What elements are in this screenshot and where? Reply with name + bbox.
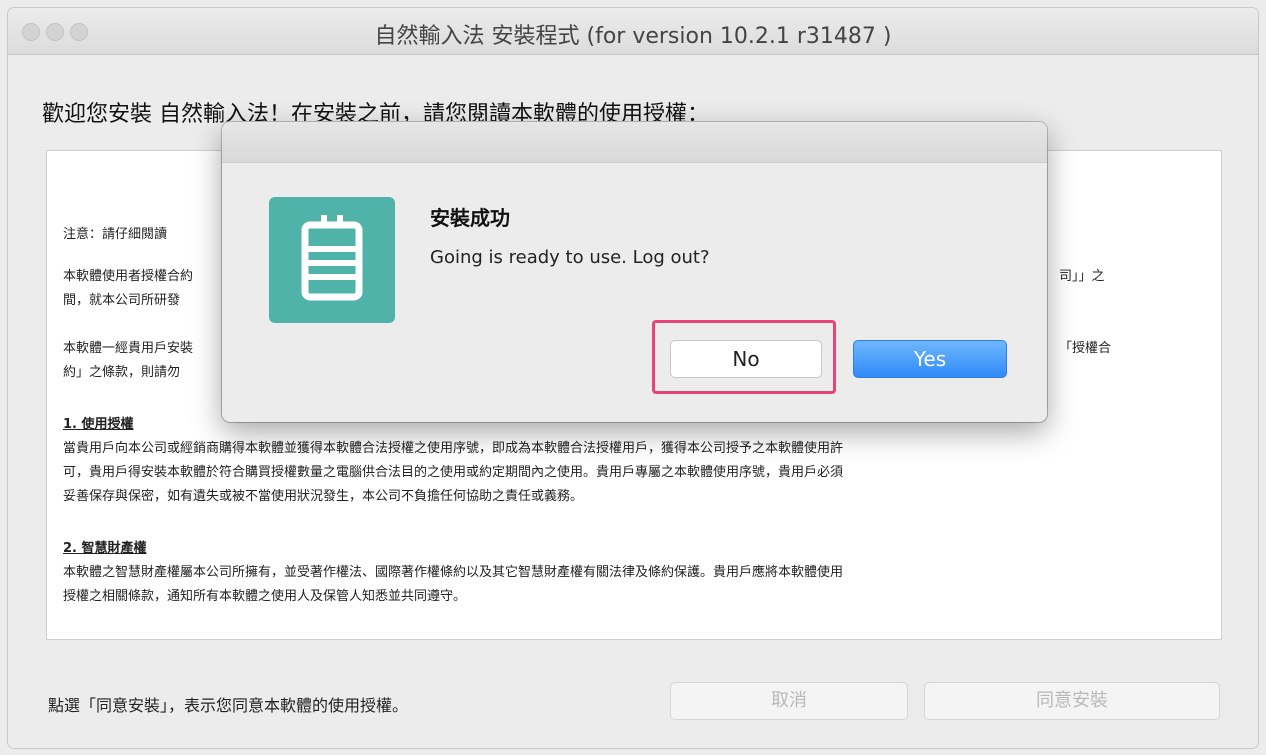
dialog-message: Going is ready to use. Log out? (430, 247, 710, 268)
window-title: 自然輸入法 安裝程式 (for version 10.2.1 r31487 ) (374, 24, 892, 49)
license-section1-line1: 當貴用戶向本公司或經銷商購得本軟體並獲得本軟體合法授權之使用序號，即成為本軟體合… (63, 441, 844, 456)
license-para2-right: 「授權合 (1059, 341, 1112, 356)
title-bar[interactable]: 自然輸入法 安裝程式 (for version 10.2.1 r31487 ) (8, 8, 1258, 55)
license-para1-right: 司」」之 (1059, 269, 1105, 284)
install-success-dialog: 安裝成功 Going is ready to use. Log out? No … (222, 122, 1047, 422)
no-button[interactable]: No (670, 340, 822, 378)
dialog-title: 安裝成功 (430, 206, 510, 230)
going-app-icon (269, 197, 395, 323)
license-section2-line2: 授權之相關條款，通知所有本軟體之使用人及保管人知悉並共同遵守。 (63, 589, 467, 604)
license-section1-line3: 妥善保存與保密，如有遺失或被不當使用狀況發生，本公司不負擔任何協助之責任或義務。 (63, 489, 584, 504)
license-section2-line1: 本軟體之智慧財產權屬本公司所擁有，並受著作權法、國際著作權條約以及其它智慧財產權… (63, 565, 844, 580)
yes-button[interactable]: Yes (853, 340, 1007, 378)
license-section2-title: 2. 智慧財產權 (63, 541, 147, 556)
cancel-button[interactable]: 取消 (670, 682, 908, 720)
dialog-header-bar (222, 122, 1047, 163)
agree-install-button[interactable]: 同意安裝 (924, 682, 1220, 720)
license-section1-line2: 可，貴用戶得安裝本軟體於符合購買授權數量之電腦供合法目的之使用或約定期間內之使用… (63, 465, 844, 480)
agree-instruction: 點選「同意安裝」，表示您同意本軟體的使用授權。 (48, 696, 409, 715)
